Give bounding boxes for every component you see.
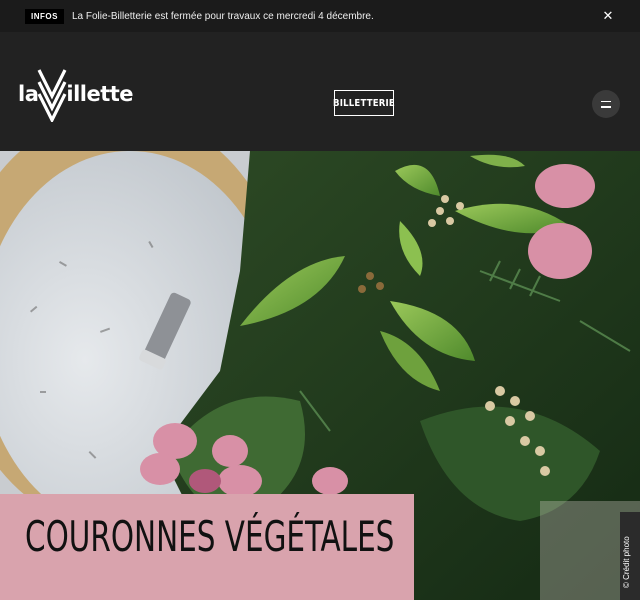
announcement-bar: INFOS La Folie-Billetterie est fermée po… [0, 0, 640, 32]
la-villette-logo[interactable]: la illette [18, 69, 134, 122]
logo-text-left: la [18, 82, 39, 106]
logo-text-right: illette [66, 82, 134, 106]
photo-credit: © Crédit photo [622, 536, 631, 588]
logo-v-icon [37, 69, 67, 122]
billetterie-button[interactable]: BILLETTERIE [333, 90, 395, 116]
menu-button[interactable] [592, 90, 620, 118]
announcement-text: La Folie-Billetterie est fermée pour tra… [71, 10, 374, 22]
hamburger-icon-line [601, 106, 611, 108]
title-card: COURONNES VÉGÉTALES [0, 494, 414, 600]
site-header: la illette BILLETTERIE [0, 32, 640, 152]
hamburger-icon [601, 100, 611, 102]
close-icon[interactable]: ✕ [600, 8, 616, 24]
info-badge: INFOS [25, 8, 64, 24]
page-title: COURONNES VÉGÉTALES [25, 512, 395, 561]
